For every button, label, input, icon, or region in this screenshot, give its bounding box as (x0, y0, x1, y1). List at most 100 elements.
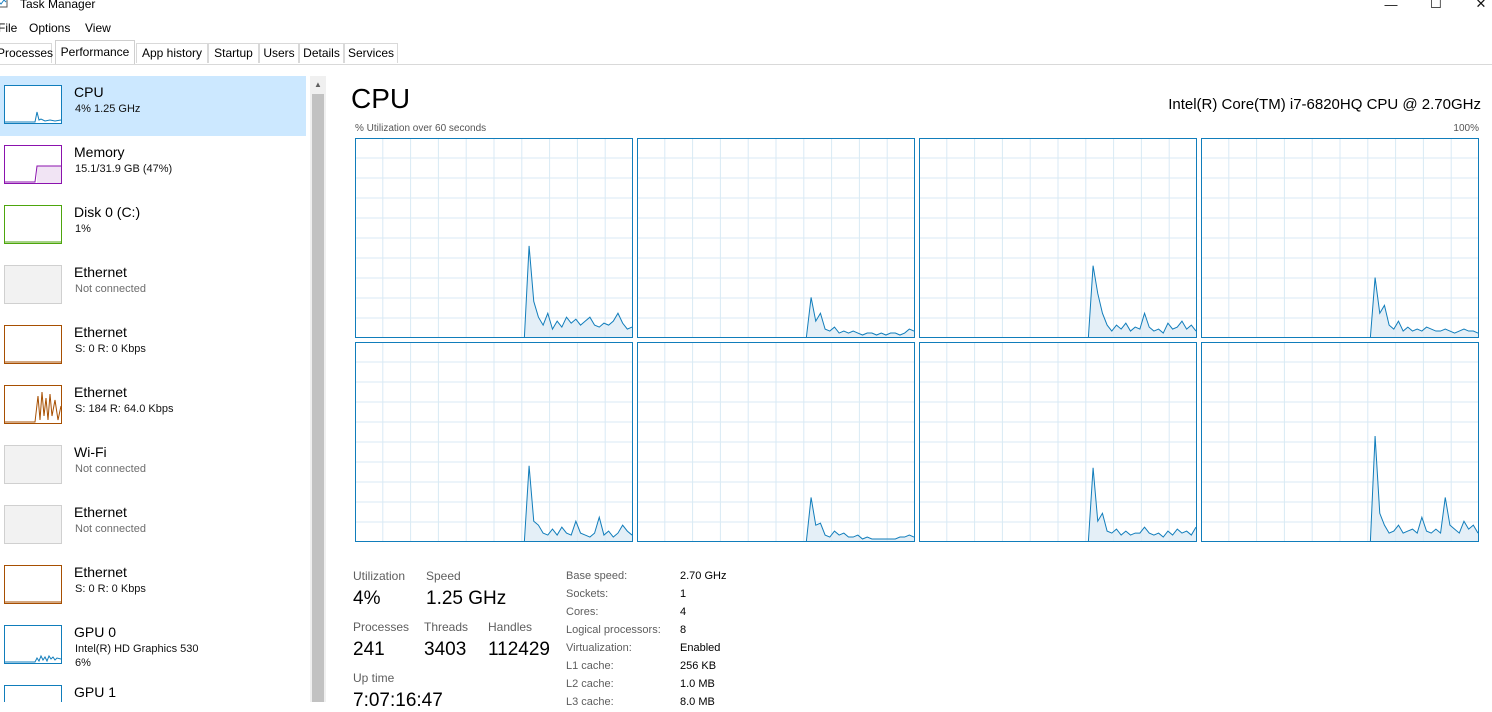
menu-view[interactable]: View (85, 20, 111, 36)
sidebar-item[interactable]: Disk 0 (C:) 1% (0, 196, 306, 256)
cpu-core-graph (919, 342, 1197, 542)
minimize-icon: — (1384, 0, 1398, 12)
tab-performance[interactable]: Performance (55, 40, 135, 64)
menu-file[interactable]: File (0, 20, 17, 36)
cpu-core-graph (637, 138, 915, 338)
sidebar-item-name: Ethernet (74, 324, 127, 340)
tab-details[interactable]: Details (299, 43, 344, 63)
sidebar-item-name: GPU 0 (74, 624, 117, 640)
spec-value: 2.70 GHz (680, 570, 727, 582)
cpu-core-graph (637, 342, 915, 542)
sidebar-thumbnail-svg (5, 601, 61, 603)
sidebar-item[interactable]: Memory 15.1/31.9 GB (47%) (0, 136, 306, 196)
sidebar-item-detail-secondary: 6% (75, 657, 91, 669)
sidebar-item[interactable]: CPU 4% 1.25 GHz (0, 76, 306, 136)
spec-value: 4 (680, 606, 687, 618)
sidebar-item-detail: 4% 1.25 GHz (75, 103, 141, 115)
tab-users[interactable]: Users (259, 43, 299, 63)
cpu-usage-area (524, 245, 632, 337)
cpu-core-graph-svg (1201, 342, 1479, 542)
speed-value: 1.25 GHz (426, 588, 507, 609)
sidebar-item[interactable]: Ethernet S: 184 R: 64.0 Kbps (0, 376, 306, 436)
cpu-core-graph-svg (637, 342, 915, 542)
sidebar-item-name: CPU (74, 84, 104, 100)
sidebar-thumbnail-graph (4, 445, 62, 484)
sidebar-item[interactable]: Ethernet S: 0 R: 0 Kbps (0, 316, 306, 376)
task-manager-app-icon (0, 0, 8, 8)
cpu-core-graph-svg (919, 342, 1197, 542)
spec-value: 8 (680, 624, 687, 636)
sidebar-thumbnail-graph (4, 565, 62, 604)
cpu-core-graph (1201, 138, 1479, 338)
threads-value: 3403 (424, 639, 467, 660)
sidebar-item-name: Disk 0 (C:) (74, 204, 141, 220)
uptime-label: Up time (353, 671, 395, 685)
memory-usage-fill (37, 166, 61, 183)
uptime-value: 7:07:16:47 (353, 690, 443, 711)
cpu-usage-area (1088, 265, 1196, 337)
cpu-core-graph-svg (355, 138, 633, 338)
spec-value: 8.0 MB (680, 696, 715, 708)
sidebar-item-detail: Intel(R) HD Graphics 530 (75, 643, 199, 655)
scrollbar-thumb[interactable] (312, 94, 324, 702)
sidebar-item[interactable]: Ethernet S: 0 R: 0 Kbps (0, 556, 306, 616)
spec-label: Base speed: (566, 570, 628, 582)
sidebar-thumbnail-svg (5, 391, 61, 423)
scroll-up-arrow-icon[interactable]: ▲ (310, 76, 326, 92)
sidebar-item[interactable]: GPU 0 Intel(R) HD Graphics 530 6% (0, 616, 306, 676)
cpu-core-graph (919, 138, 1197, 338)
sidebar-item-name: Wi-Fi (74, 444, 107, 460)
cpu-core-graph (1201, 342, 1479, 542)
sidebar-item-detail: Not connected (75, 283, 146, 295)
spec-label: Logical processors: (566, 624, 661, 636)
sidebar-thumbnail-graph (4, 505, 62, 544)
sidebar-item[interactable]: GPU 1 (0, 676, 306, 702)
spec-value: 1 (680, 588, 687, 600)
sidebar-thumbnail-graph (4, 685, 62, 702)
minimize-button[interactable]: — (1368, 0, 1414, 14)
resource-sidebar: CPU 4% 1.25 GHz Memory 15.1/31.9 GB (47%) Di… (0, 76, 306, 702)
cpu-usage-area (524, 465, 632, 541)
sidebar-item-detail: 15.1/31.9 GB (47%) (75, 163, 173, 175)
sidebar-item[interactable]: Ethernet Not connected (0, 496, 306, 556)
sidebar-thumbnail-svg (5, 654, 61, 663)
utilization-label: Utilization (353, 569, 406, 583)
sidebar-thumbnail-graph (4, 265, 62, 304)
sidebar-thumbnail-svg (5, 361, 61, 363)
cpu-usage-area (806, 297, 914, 337)
tab-app-history[interactable]: App history (136, 43, 208, 63)
sidebar-thumbnail-graph (4, 325, 62, 364)
sidebar-item-detail: S: 184 R: 64.0 Kbps (75, 403, 174, 415)
cpu-model-name: Intel(R) Core(TM) i7-6820HQ CPU @ 2.70GH… (1168, 96, 1481, 113)
spec-value: 256 KB (680, 660, 717, 672)
cpu-core-graph-svg (919, 138, 1197, 338)
sidebar-sparkline (5, 654, 61, 663)
tab-services[interactable]: Services (344, 43, 398, 63)
sidebar-thumbnail-svg (5, 111, 61, 123)
sidebar-item[interactable]: Wi-Fi Not connected (0, 436, 306, 496)
tab-startup[interactable]: Startup (208, 43, 259, 63)
cpu-core-graph (355, 138, 633, 338)
tab-processes[interactable]: Processes (0, 43, 53, 63)
sidebar-item-detail: S: 0 R: 0 Kbps (75, 583, 146, 595)
sidebar-sparkline (5, 391, 61, 423)
menu-options[interactable]: Options (29, 20, 70, 36)
sidebar-item-name: Ethernet (74, 564, 127, 580)
spec-label: Sockets: (566, 588, 609, 600)
sidebar-item-name: Ethernet (74, 264, 127, 280)
sidebar-item[interactable]: Ethernet Not connected (0, 256, 306, 316)
spec-value: Enabled (680, 642, 721, 654)
spec-label: Cores: (566, 606, 599, 618)
spec-label: L3 cache: (566, 696, 614, 708)
sidebar-item-name: Memory (74, 144, 125, 160)
window-title: Task Manager (20, 0, 96, 11)
close-button[interactable]: ✕ (1458, 0, 1492, 14)
cpu-usage-line (1369, 436, 1479, 542)
utilization-value: 4% (353, 588, 381, 609)
maximize-button[interactable]: ☐ (1413, 0, 1459, 14)
sidebar-item-detail: Not connected (75, 463, 146, 475)
utilization-axis-label: % Utilization over 60 seconds (355, 123, 487, 134)
speed-label: Speed (426, 569, 461, 583)
sidebar-thumbnail-svg (5, 241, 61, 243)
title-bar (0, 0, 1492, 14)
